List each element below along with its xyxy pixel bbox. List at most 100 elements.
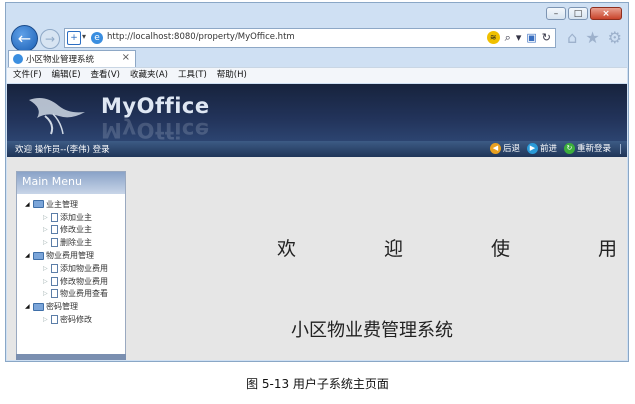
expand-triangle-icon[interactable]: ◢ [25,303,33,310]
document-icon [51,225,58,235]
menu-tools[interactable]: 工具(T) [178,68,207,83]
tree-item-label: 物业费用查看 [60,289,108,299]
tree-item-delete-owner[interactable]: ▷ 删除业主 [25,236,125,249]
search-icon[interactable]: ⌕ [505,31,511,45]
app-nav-links: ◀ 后退 ▶ 前进 ↻ 重新登录 [489,142,611,154]
ie-page-icon: e [91,32,103,44]
expand-triangle-icon[interactable]: ◢ [25,201,33,208]
browser-toolbar-right: ⌂ ★ ⚙ [567,28,622,47]
tree-group-label: 物业费用管理 [46,251,94,261]
back-button[interactable]: ← [11,25,38,52]
back-link[interactable]: ◀ 后退 [489,142,520,154]
arrow-left-icon: ← [17,29,32,48]
welcome-char: 用 [597,238,617,260]
leaf-triangle-icon: ▷ [43,239,48,247]
rss-icon[interactable]: ▣ [526,31,536,45]
tab-close-icon[interactable]: × [122,52,130,63]
tree-item-add-fee[interactable]: ▷ 添加物业费用 [25,262,125,275]
brand-reflection: MyOffice [101,118,210,142]
maximize-button[interactable]: □ [568,7,588,20]
menu-panel-footer [16,354,126,360]
tree-item-view-fee[interactable]: ▷ 物业费用查看 [25,288,125,301]
app-header: MyOffice MyOffice [7,84,627,142]
tree-item-label: 修改物业费用 [60,276,108,286]
relogin-link[interactable]: ↻ 重新登录 [563,142,611,154]
welcome-char: 欢 [277,238,297,260]
gear-icon[interactable]: ⚙ [608,28,622,47]
address-tools: ≋ ⌕ ▾ ▣ ↻ [486,31,551,45]
leaf-triangle-icon: ▷ [43,226,48,234]
menu-tree: ◢ 业主管理 ▷ 添加业主 ▷ 修改业主 ▷ 删除业主 ◢ 物业费用管理 ▷ 添… [17,194,125,326]
main-menu-panel: Main Menu ◢ 业主管理 ▷ 添加业主 ▷ 修改业主 ▷ 删除业主 ◢ … [16,171,126,355]
tree-item-edit-owner[interactable]: ▷ 修改业主 [25,224,125,237]
relogin-icon: ↻ [563,142,575,154]
dropdown-icon[interactable]: ▾ [516,31,522,45]
compat-badge-icon[interactable]: ≋ [486,31,500,44]
address-bar[interactable]: + ▾ e http://localhost:8080/property/MyO… [64,28,556,48]
bird-logo-icon [29,98,85,135]
tab-title: 小区物业管理系统 [26,55,95,65]
figure-caption: 图 5-13 用户子系统主页面 [246,377,389,391]
leaf-triangle-icon: ▷ [43,290,48,298]
caption-buttons: – □ × [546,7,622,20]
document-icon [51,289,58,299]
favorites-star-icon[interactable]: ★ [585,28,599,47]
tree-group-label: 业主管理 [46,199,78,209]
tree-item-label: 密码修改 [60,315,92,325]
brand-logo-text: MyOffice [101,94,210,118]
app-status-bar: 欢迎 操作员--(李伟) 登录 ◀ 后退 ▶ 前进 ↻ 重新登录 [7,141,627,157]
forward-button[interactable]: → [40,29,60,49]
document-icon [51,276,58,286]
forward-link-label: 前进 [539,144,557,154]
chevron-down-icon[interactable]: ▾ [82,32,86,41]
tree-item-edit-fee[interactable]: ▷ 修改物业费用 [25,275,125,288]
refresh-icon[interactable]: ↻ [542,31,551,45]
expand-triangle-icon[interactable]: ◢ [25,252,33,259]
tree-item-label: 添加物业费用 [60,263,108,273]
tree-item-label: 添加业主 [60,212,92,222]
address-url[interactable]: http://localhost:8080/property/MyOffice.… [107,32,295,42]
back-link-label: 后退 [502,144,520,154]
back-arrow-icon: ◀ [489,142,501,154]
leaf-triangle-icon: ▷ [43,316,48,324]
welcome-char: 使 [490,238,510,260]
minimize-button[interactable]: – [546,7,566,20]
close-window-button[interactable]: × [590,7,622,20]
home-icon[interactable]: ⌂ [567,28,577,47]
menu-bar: 文件(F) 编辑(E) 查看(V) 收藏夹(A) 工具(T) 帮助(H) [7,67,627,83]
document-icon [51,315,58,325]
page-content: MyOffice MyOffice 欢迎 操作员--(李伟) 登录 ◀ 后退 ▶… [7,84,627,360]
welcome-char: 迎 [383,238,403,260]
document-icon [51,263,58,273]
tree-item-label: 修改业主 [60,225,92,235]
menu-edit[interactable]: 编辑(E) [52,68,81,83]
menu-help[interactable]: 帮助(H) [217,68,247,83]
tree-group-owner[interactable]: ◢ 业主管理 [25,198,125,211]
tree-item-change-password[interactable]: ▷ 密码修改 [25,313,125,326]
document-icon [51,212,58,222]
main-menu-title: Main Menu [17,172,125,194]
menu-view[interactable]: 查看(V) [91,68,120,83]
leaf-triangle-icon: ▷ [43,277,48,285]
ie-tab-icon [13,54,23,64]
folder-icon [33,251,44,260]
tree-group-password[interactable]: ◢ 密码管理 [25,300,125,313]
status-separator [620,144,621,154]
login-welcome-text: 欢迎 操作员--(李伟) 登录 [15,145,110,155]
folder-icon [33,302,44,311]
tree-group-fees[interactable]: ◢ 物业费用管理 [25,249,125,262]
forward-link[interactable]: ▶ 前进 [526,142,557,154]
browser-tab[interactable]: 小区物业管理系统 × [8,50,136,67]
forward-arrow-icon: ▶ [526,142,538,154]
tree-item-add-owner[interactable]: ▷ 添加业主 [25,211,125,224]
tree-item-label: 删除业主 [60,238,92,248]
menu-favorites[interactable]: 收藏夹(A) [130,68,168,83]
leaf-triangle-icon: ▷ [43,264,48,272]
folder-icon [33,200,44,209]
menu-file[interactable]: 文件(F) [13,68,42,83]
tree-group-label: 密码管理 [46,302,78,312]
relogin-link-label: 重新登录 [576,144,611,154]
browser-window: – □ × ← → + ▾ e http://localhost:8080/pr… [5,2,629,362]
compat-view-icon[interactable]: + [67,31,81,45]
document-icon [51,238,58,248]
